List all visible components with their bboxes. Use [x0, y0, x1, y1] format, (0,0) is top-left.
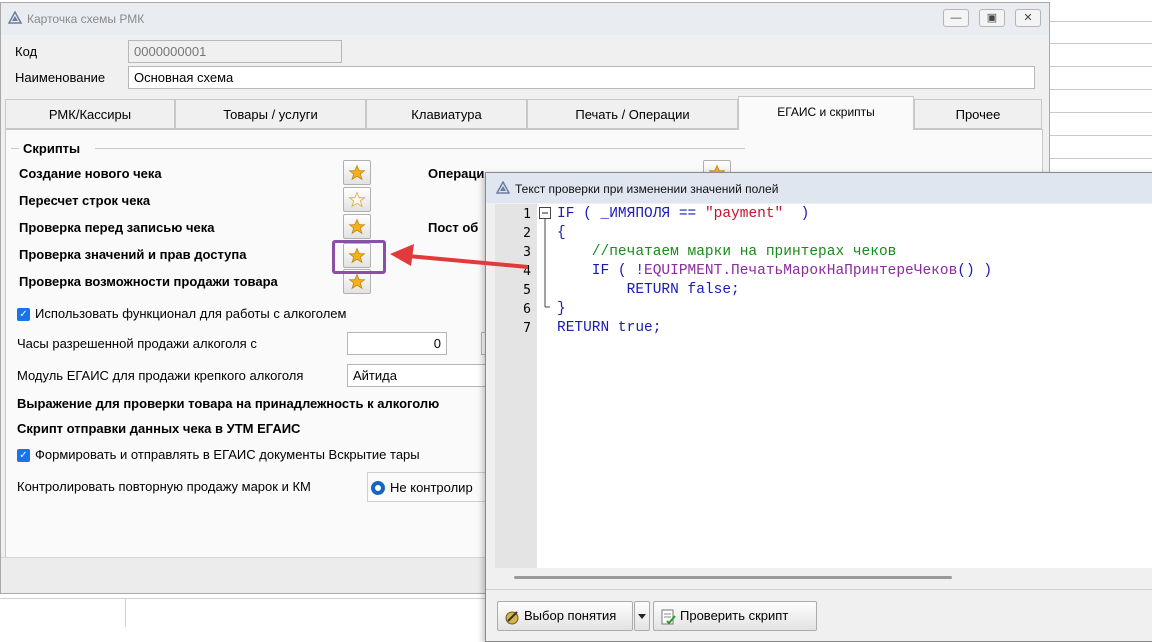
star-icon: [348, 273, 366, 289]
code-string: "payment": [704, 206, 784, 222]
code-text: IF ( !: [557, 263, 645, 279]
line-number: 5: [523, 283, 531, 298]
code-label: Код: [15, 44, 38, 59]
code-line-3: //печатаем марки на принтерах чеков: [557, 244, 897, 260]
window-title: Карточка схемы РМК: [27, 12, 145, 26]
tab-rmk-cashiers[interactable]: РМК/Кассиры: [5, 99, 175, 129]
app-icon: [8, 11, 22, 24]
script-editor-window: Текст проверки при изменении значений по…: [485, 172, 1152, 642]
tab-other[interactable]: Прочее: [914, 99, 1042, 129]
fold-marker-icon[interactable]: [539, 207, 551, 317]
scripts-section-title: Скрипты: [23, 141, 81, 156]
tab-goods-services[interactable]: Товары / услуги: [175, 99, 366, 129]
script-check-before-save-button[interactable]: [343, 214, 371, 239]
line-number: 6: [523, 302, 531, 317]
code-line-1: IF ( _ИМЯПОЛЯ == "payment" ): [557, 205, 809, 224]
code-line-5: RETURN false;: [557, 282, 740, 298]
script-label-operations: Операци: [428, 166, 485, 181]
chevron-down-icon: [638, 614, 646, 619]
script-label-check-before-save: Проверка перед записью чека: [19, 220, 215, 235]
code-line-2: {: [557, 225, 566, 241]
tab-egais-scripts[interactable]: ЕГАИС и скрипты: [738, 96, 914, 130]
highlight-box: [332, 240, 386, 274]
line-number: 1: [523, 207, 531, 222]
code-line-4: IF ( !EQUIPMENT.ПечатьМарокНаПринтереЧек…: [557, 262, 992, 281]
separator: [486, 589, 1152, 590]
line-number: 2: [523, 226, 531, 241]
tab-keyboard[interactable]: Клавиатура: [366, 99, 527, 129]
app-icon: [496, 181, 510, 194]
check-script-icon: [661, 609, 676, 625]
code-text: ): [783, 206, 810, 222]
alcohol-hours-label: Часы разрешенной продажи алкоголя с: [17, 336, 257, 351]
code-function: EQUIPMENT.ПечатьМарокНаПринтереЧеков: [644, 263, 958, 279]
line-number: 7: [523, 321, 531, 336]
script-label-new-check: Создание нового чека: [19, 166, 162, 181]
alcohol-expression-label: Выражение для проверки товара на принадл…: [17, 396, 440, 411]
control-resale-label: Контролировать повторную продажу марок и…: [17, 479, 311, 494]
egais-module-select[interactable]: Айтида: [347, 364, 491, 387]
code-keyword: IF: [557, 206, 575, 222]
background-grid-bottom: [0, 598, 490, 627]
script-new-check-button[interactable]: [343, 160, 371, 185]
tab-print-operations[interactable]: Печать / Операции: [527, 99, 738, 129]
horizontal-scrollbar[interactable]: [514, 576, 952, 579]
script-recalc-rows-button[interactable]: [343, 187, 371, 212]
alcohol-hours-from-field[interactable]: 0: [347, 332, 447, 355]
script-title-bar: Текст проверки при изменении значений по…: [486, 173, 1152, 203]
code-text: () ): [957, 263, 993, 279]
script-label-post: Пост об: [428, 220, 479, 235]
code-text: ( _ИМЯПОЛЯ ==: [574, 206, 705, 222]
title-bar: Карточка схемы РМК — ▣ ✕: [1, 3, 1049, 35]
code-field[interactable]: 0000000001: [128, 40, 342, 63]
control-resale-radio[interactable]: [371, 481, 385, 495]
script-label-check-sale-possible: Проверка возможности продажи товара: [19, 274, 278, 289]
maximize-button[interactable]: ▣: [979, 9, 1005, 27]
wand-icon: [505, 611, 519, 625]
form-egais-docs-label: Формировать и отправлять в ЕГАИС докумен…: [35, 447, 420, 462]
egais-module-label: Модуль ЕГАИС для продажи крепкого алкого…: [17, 368, 304, 383]
name-label: Наименование: [15, 70, 106, 85]
utm-script-label: Скрипт отправки данных чека в УТМ ЕГАИС: [17, 421, 301, 436]
section-line-right: [95, 148, 745, 149]
minimize-button[interactable]: —: [943, 9, 969, 27]
script-window-title: Текст проверки при изменении значений по…: [515, 182, 779, 196]
close-button[interactable]: ✕: [1015, 9, 1041, 27]
line-number: 4: [523, 264, 531, 279]
control-resale-option-label: Не контролир: [390, 480, 473, 495]
code-line-7: RETURN true;: [557, 320, 662, 336]
script-label-check-values-access: Проверка значений и прав доступа: [19, 247, 247, 262]
section-line-left: [11, 148, 19, 149]
star-outline-icon: [348, 190, 366, 207]
star-icon: [348, 218, 366, 234]
use-alcohol-checkbox[interactable]: ✓: [17, 308, 30, 321]
code-line-6: }: [557, 301, 566, 317]
name-field[interactable]: Основная схема: [128, 66, 1035, 89]
check-script-label: Проверить скрипт: [680, 608, 789, 623]
form-egais-docs-checkbox[interactable]: ✓: [17, 449, 30, 462]
line-number: 3: [523, 245, 531, 260]
code-editor[interactable]: 1 2 3 4 5 6 7 IF ( _ИМЯПОЛЯ == "payment"…: [495, 204, 1152, 568]
script-label-recalc-rows: Пересчет строк чека: [19, 193, 151, 208]
line-number-gutter: 1 2 3 4 5 6 7: [495, 204, 537, 568]
star-icon: [348, 164, 366, 180]
use-alcohol-label: Использовать функционал для работы с алк…: [35, 306, 347, 321]
choose-concept-label: Выбор понятия: [524, 608, 617, 623]
